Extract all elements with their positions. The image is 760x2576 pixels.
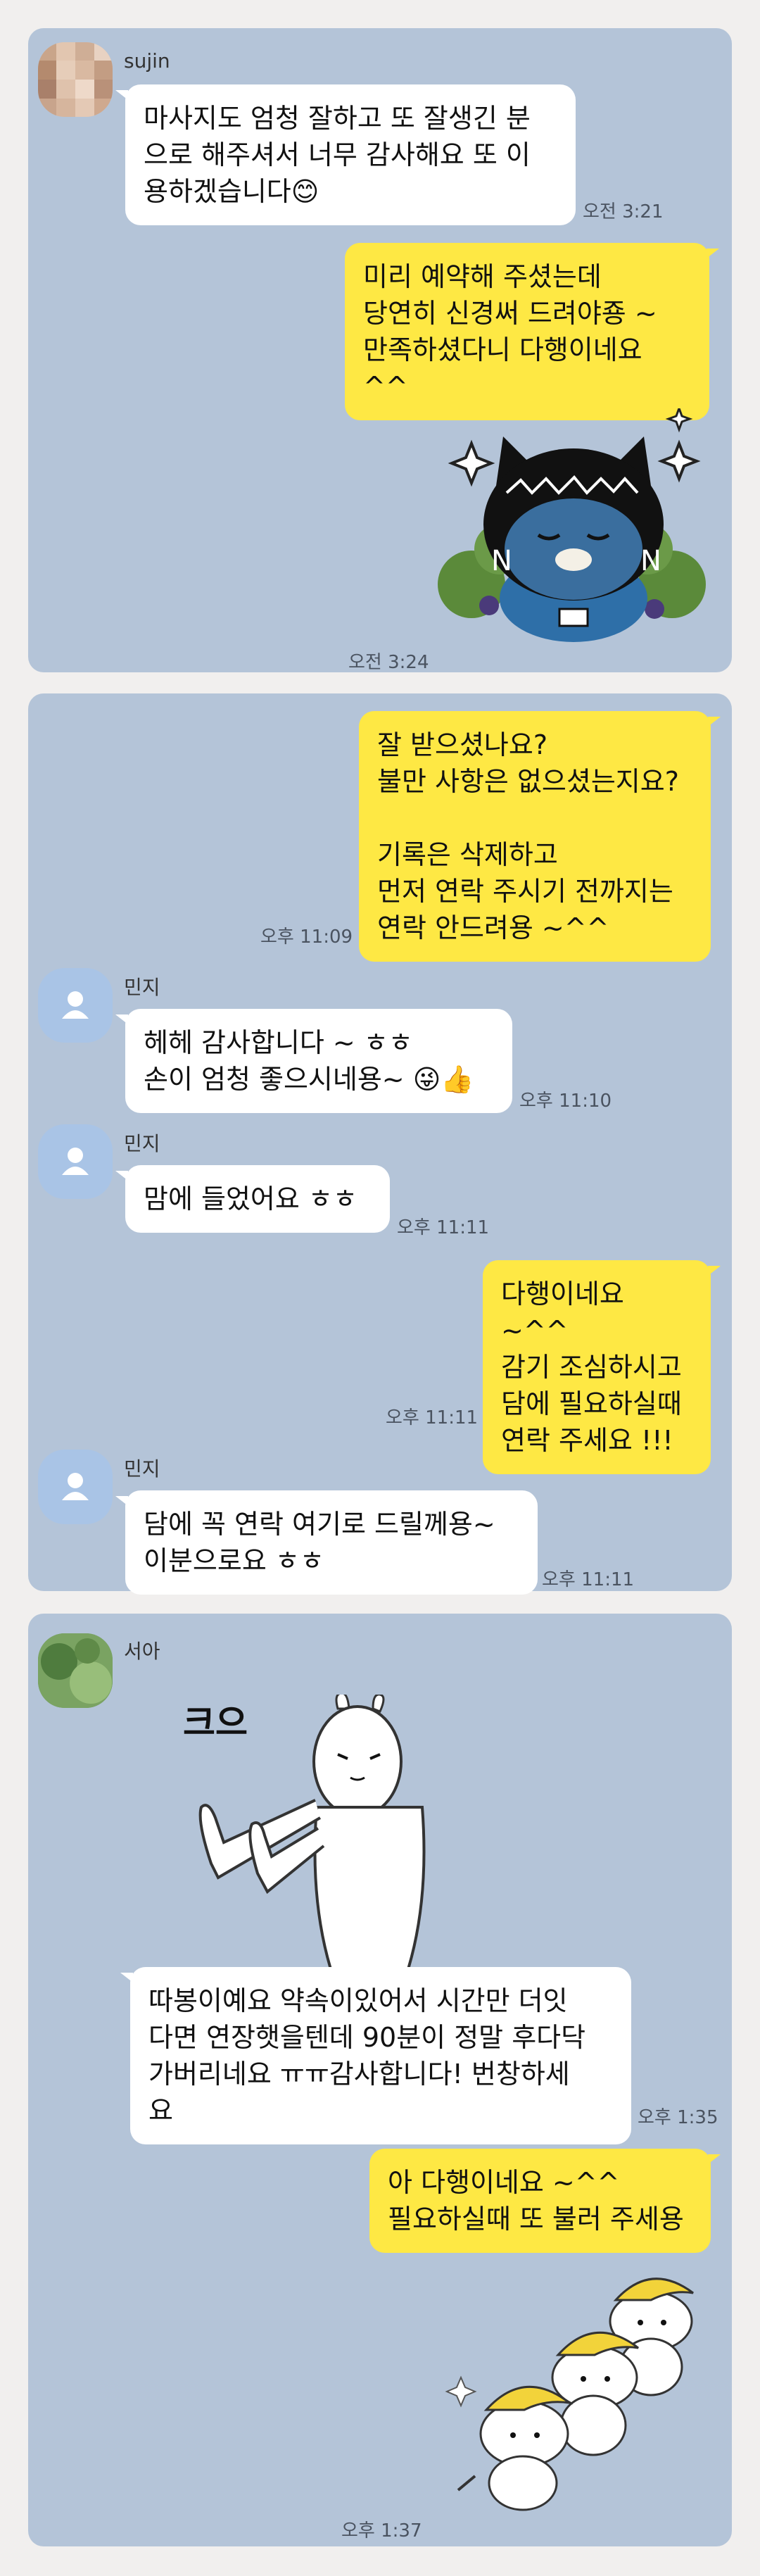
message-time: 오후 11:11 — [542, 1569, 635, 1590]
sender-name: sujin — [124, 49, 170, 73]
message-bubble-incoming[interactable]: 따봉이예요 약속이있어서 시간만 더잇 다면 연장햇을텐데 90분이 정말 후다… — [120, 1967, 631, 2144]
svg-text:N: N — [640, 545, 661, 577]
message-time: 오후 11:11 — [386, 1407, 479, 1428]
banana-rabbits-sticker[interactable] — [440, 2272, 721, 2511]
avatar-minji[interactable] — [38, 1450, 113, 1524]
chat-panel-3: 서아 크으 따봉이예요 약속이있어서 시간만 더잇 다면 연장햇을텐데 90분이… — [28, 1614, 732, 2546]
message-bubble-incoming[interactable]: 헤헤 감사합니다 ~ ㅎㅎ 손이 엄청 좋으시네용~ 😜👍 — [115, 1009, 512, 1113]
avatar-seoa[interactable] — [38, 1633, 113, 1708]
message-bubble-incoming[interactable]: 마사지도 엄청 잘하고 또 잘생긴 분 으로 해주셔서 너무 감사해요 또 이 … — [115, 84, 576, 225]
sender-name: 민지 — [124, 1457, 160, 1481]
blurred-profile-photo — [38, 1633, 113, 1708]
sender-name: 민지 — [124, 1132, 160, 1155]
message-time: 오전 3:21 — [583, 201, 664, 222]
rabbit-sticker-image — [198, 1695, 426, 1971]
ryan-sticker-image: N N — [438, 405, 706, 642]
sender-name: 민지 — [124, 976, 160, 999]
default-profile-icon — [62, 1148, 89, 1175]
chat-panel-2: 잘 받으셨나요? 불만 사항은 없으셨는지요? 기록은 삭제하고 먼저 연락 주… — [28, 693, 732, 1595]
message-bubble-incoming[interactable]: 담에 꼭 연락 여기로 드릴께용~ 이분으로요 ㅎㅎ — [115, 1490, 538, 1595]
sender-name: 서아 — [124, 1640, 160, 1663]
message-bubble-outgoing[interactable]: 미리 예약해 주셨는데 당연히 신경써 드려야죵 ~ 만족하셨다니 다행이네요 … — [345, 243, 719, 420]
pixelated-profile-photo — [38, 42, 113, 117]
message-time: 오후 11:09 — [260, 926, 353, 948]
message-bubble-outgoing[interactable]: 아 다행이네요 ~^^ 필요하실때 또 불러 주세용 — [369, 2149, 721, 2253]
svg-text:N: N — [491, 545, 512, 577]
default-profile-icon — [62, 991, 89, 1019]
message-time: 오전 3:24 — [348, 652, 429, 673]
message-bubble-incoming[interactable]: 맘에 들었어요 ㅎㅎ — [115, 1165, 390, 1233]
thumbs-up-rabbit-sticker[interactable]: 크으 — [134, 1695, 450, 1976]
chat-panel-1: sujin 마사지도 엄청 잘하고 또 잘생긴 분 으로 해주셔서 너무 감사해… — [28, 28, 732, 673]
message-bubble-outgoing[interactable]: 잘 받으셨나요? 불만 사항은 없으셨는지요? 기록은 삭제하고 먼저 연락 주… — [359, 711, 721, 962]
default-profile-icon — [62, 1473, 89, 1500]
banana-rabbits-image — [445, 2277, 694, 2511]
avatar-sujin[interactable] — [38, 42, 113, 117]
message-time: 오후 11:10 — [519, 1091, 612, 1112]
message-bubble-outgoing[interactable]: 다행이네요 ~^^ 감기 조심하시고 담에 필요하실때 연락 주세요 !!! — [483, 1260, 721, 1474]
avatar-minji[interactable] — [38, 1124, 113, 1199]
message-time: 오후 11:11 — [397, 1217, 490, 1238]
ryan-sticker[interactable]: N N — [436, 405, 711, 648]
message-time: 오후 1:35 — [638, 2107, 718, 2128]
avatar-minji[interactable] — [38, 968, 113, 1043]
message-time: 오후 1:37 — [341, 2520, 422, 2542]
